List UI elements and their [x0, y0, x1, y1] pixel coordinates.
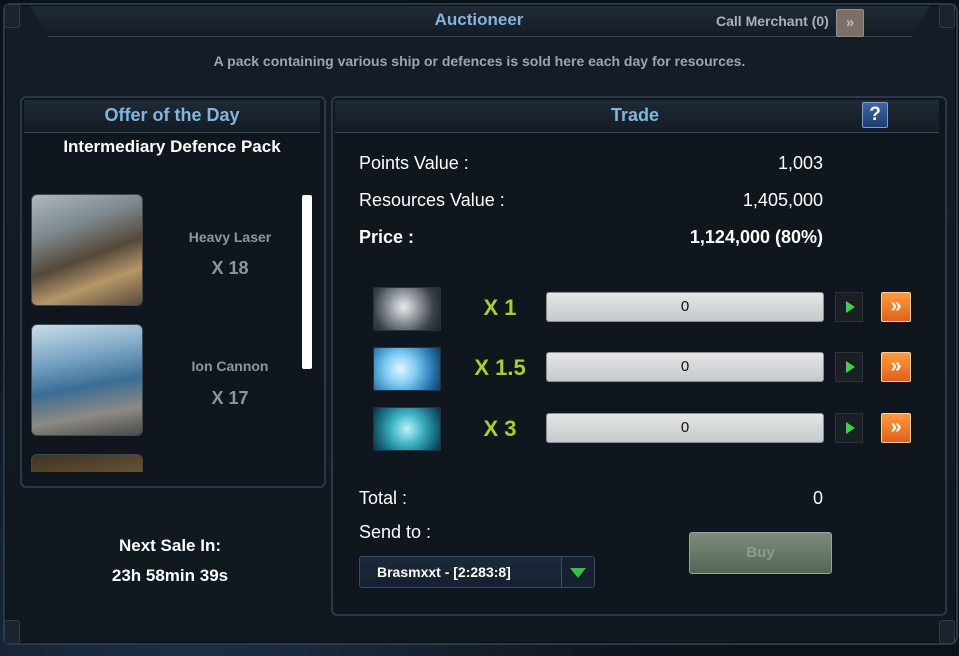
double-arrow-icon: » [890, 355, 901, 377]
window-title: Auctioneer [434, 10, 524, 29]
resources-value-label: Resources Value : [359, 190, 505, 210]
destination-select[interactable]: Brasmxxt - [2:283:8] [359, 556, 595, 588]
metal-amount-input[interactable]: 0 [546, 292, 824, 322]
question-mark-icon: ? [869, 104, 881, 125]
description-text: A pack containing various ship or defenc… [213, 53, 746, 69]
window-corner [4, 620, 20, 644]
crystal-icon [373, 347, 441, 391]
pack-item-list[interactable]: Heavy Laser X 18 Ion Cannon X 17 [28, 186, 318, 472]
window-corner [939, 4, 955, 28]
resources-value: 1,405,000 [742, 190, 823, 210]
crystal-increase-button[interactable] [835, 352, 863, 382]
item-name: Ion Cannon [191, 358, 269, 374]
price-value: 1,124,000 (80%) [689, 227, 823, 247]
deuterium-increase-button[interactable] [835, 413, 863, 443]
item-name: Heavy Laser [188, 229, 272, 245]
buy-button[interactable]: Buy [689, 532, 832, 574]
double-arrow-icon: » [890, 416, 901, 438]
double-arrow-icon: » [890, 295, 901, 317]
metal-multiplier: X 1 [483, 295, 517, 320]
metal-increase-button[interactable] [835, 292, 863, 322]
heavy-laser-image [31, 194, 143, 306]
deuterium-multiplier: X 3 [483, 416, 517, 441]
next-sale-label: Next Sale In: [118, 536, 222, 555]
call-merchant-button[interactable]: » [836, 9, 864, 37]
points-value: 1,003 [777, 153, 823, 173]
item-list-scrollbar[interactable] [302, 195, 312, 369]
send-to-label: Send to : [359, 522, 432, 542]
points-value-label: Points Value : [359, 153, 469, 173]
pack-name: Intermediary Defence Pack [63, 137, 281, 156]
window-corner [939, 620, 955, 644]
dropdown-arrow-icon[interactable] [561, 557, 594, 587]
destination-value: Brasmxxt - [2:283:8] [377, 564, 511, 580]
double-chevron-icon: » [845, 14, 855, 31]
crystal-multiplier: X 1.5 [474, 355, 526, 380]
total-label: Total : [359, 488, 408, 508]
next-sale-countdown: 23h 58min 39s [111, 566, 229, 585]
deuterium-max-button[interactable]: » [881, 413, 911, 443]
deuterium-amount-input[interactable]: 0 [546, 413, 824, 443]
crystal-max-button[interactable]: » [881, 352, 911, 382]
total-value: 0 [812, 488, 823, 508]
trade-panel-title: Trade [610, 105, 660, 125]
metal-icon [373, 287, 441, 331]
metal-max-button[interactable]: » [881, 292, 911, 322]
help-button[interactable]: ? [862, 102, 888, 128]
offer-panel-title: Offer of the Day [104, 105, 240, 125]
ion-cannon-image [31, 324, 143, 436]
item-image-partial [31, 454, 143, 472]
item-quantity: X 18 [211, 258, 249, 278]
window-corner [4, 4, 20, 28]
call-merchant-label: Call Merchant (0) [716, 13, 829, 29]
crystal-amount-input[interactable]: 0 [546, 352, 824, 382]
deuterium-icon [373, 407, 441, 451]
item-quantity: X 17 [211, 388, 249, 408]
auctioneer-screen: Auctioneer Call Merchant (0) » A pack co… [0, 0, 959, 656]
price-label: Price : [359, 227, 415, 247]
